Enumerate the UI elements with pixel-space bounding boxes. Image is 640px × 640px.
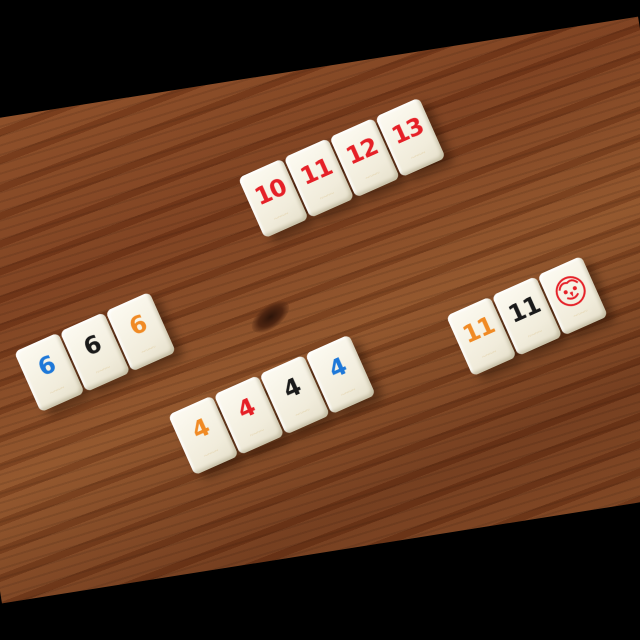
wood-knot [246, 294, 295, 339]
photo-scene: 10 ~~~~ 11 ~~~~ 12 ~~~~ 13 ~~~~ 6 ~~~~ 6… [0, 0, 640, 640]
joker-face-icon [555, 276, 586, 307]
